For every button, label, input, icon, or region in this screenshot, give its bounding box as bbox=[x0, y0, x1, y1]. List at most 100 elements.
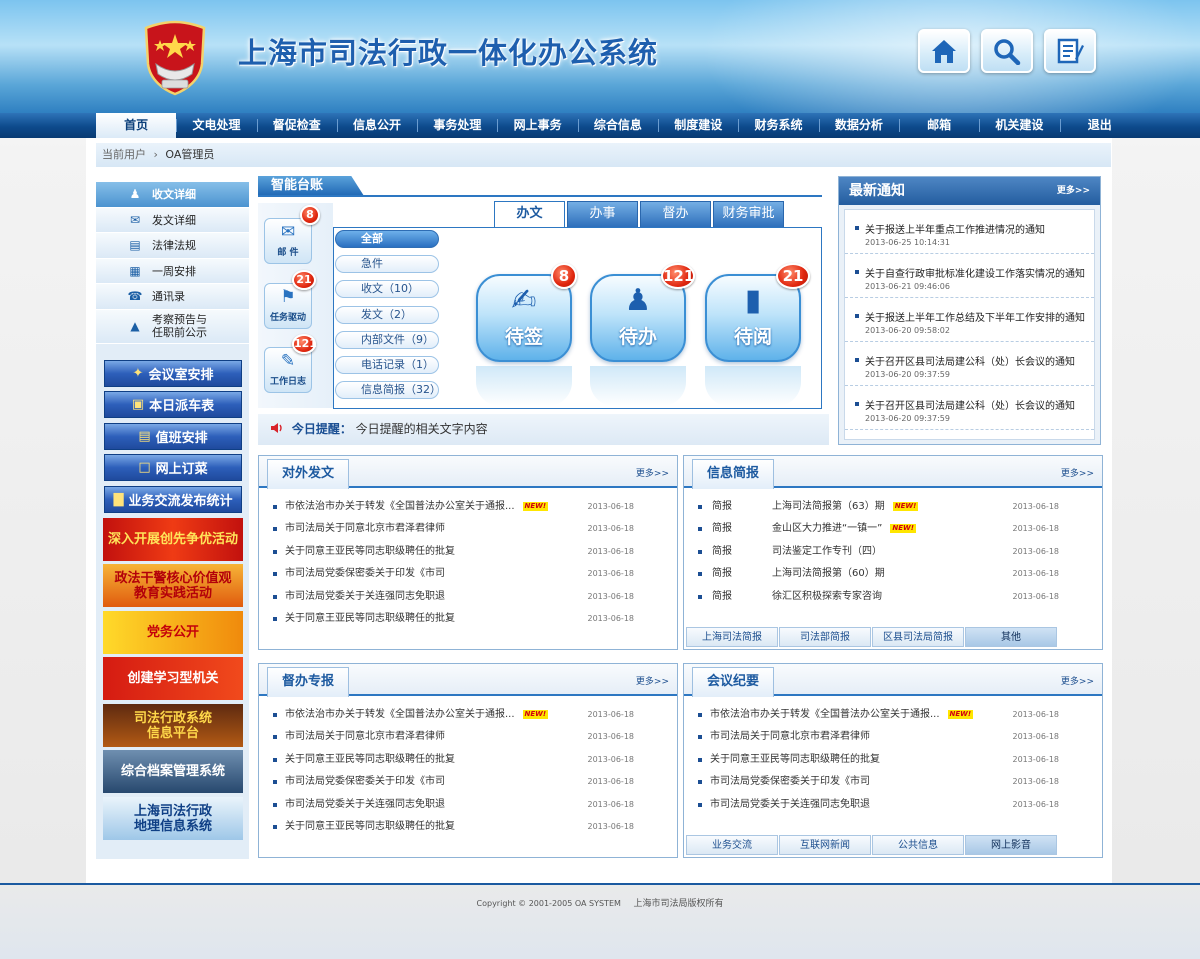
banner-5[interactable]: 综合档案管理系统 bbox=[103, 750, 243, 793]
nav-item-6[interactable]: 综合信息 bbox=[577, 113, 658, 138]
nav-item-9[interactable]: 数据分析 bbox=[818, 113, 899, 138]
list-row[interactable]: 市司法局关于同意北京市君泽君律师 2013-06-18 bbox=[696, 726, 1091, 748]
search-button[interactable] bbox=[981, 29, 1033, 73]
row-date: 2013-06-18 bbox=[1012, 777, 1060, 787]
smart-side-mail[interactable]: ✉ 邮 件 bbox=[264, 218, 312, 264]
nav-item-4[interactable]: 事务处理 bbox=[417, 113, 497, 138]
reminder-text[interactable]: 今日提醒的相关文字内容 bbox=[356, 422, 488, 436]
notepad-button[interactable] bbox=[1044, 29, 1096, 73]
list-row[interactable]: 市司法局党委关于关连强同志免职退 2013-06-18 bbox=[696, 794, 1091, 816]
mail-icon: ✉ bbox=[280, 222, 296, 242]
box-tab-2[interactable]: 区县司法局简报 bbox=[872, 627, 964, 647]
left-menu-item-5[interactable]: ▲ 考察预告与 任职前公示 bbox=[96, 309, 249, 344]
list-row[interactable]: 市司法局关于同意北京市君泽君律师 2013-06-18 bbox=[271, 518, 666, 540]
chart-icon: ▇ bbox=[113, 492, 124, 507]
smart-tab-2[interactable]: 督办 bbox=[640, 201, 711, 227]
list-row[interactable]: 市司法局党委保密委关于印发《市司 2013-06-18 bbox=[271, 563, 666, 585]
left-menu-item-1[interactable]: ✉ 发文详细 bbox=[96, 207, 249, 233]
banner-0[interactable]: 深入开展创先争优活动 bbox=[103, 518, 243, 561]
list-row[interactable]: 关于同意王亚民等同志职级聘任的批复 2013-06-18 bbox=[271, 608, 666, 630]
box-more-link[interactable]: 更多>> bbox=[636, 674, 669, 687]
nav-item-7[interactable]: 制度建设 bbox=[658, 113, 738, 138]
list-row[interactable]: 市司法局党委关于关连强同志免职退 2013-06-18 bbox=[271, 586, 666, 608]
list-row[interactable]: 市司法局党委保密委关于印发《市司 2013-06-18 bbox=[696, 771, 1091, 793]
list-row[interactable]: 简报 上海司法简报第（60）期 2013-06-18 bbox=[696, 563, 1091, 585]
box-more-link[interactable]: 更多>> bbox=[1061, 674, 1094, 687]
list-row[interactable]: 市依法治市办关于转发《全国普法办公室关于通报... NEW! 2013-06-18 bbox=[271, 704, 666, 726]
box-tab-1[interactable]: 互联网新闻 bbox=[779, 835, 871, 855]
left-button-1[interactable]: ▣ 本日派车表 bbox=[104, 391, 242, 418]
nav-item-0[interactable]: 首页 bbox=[96, 113, 177, 138]
filter-5[interactable]: 电话记录（1） bbox=[335, 356, 439, 374]
banner-2[interactable]: 党务公开 bbox=[103, 611, 243, 654]
reminder-label: 今日提醒： bbox=[291, 422, 352, 436]
smart-tab-0[interactable]: 办文 bbox=[494, 201, 565, 227]
notice-item[interactable]: 关于召开区县司法局建公科（处）长会议的通知 2013-06-20 09:37:59 bbox=[845, 386, 1094, 430]
list-row[interactable]: 简报 上海司法简报第（63）期 NEW! 2013-06-18 bbox=[696, 496, 1091, 518]
list-row[interactable]: 简报 徐汇区积极探索专家咨询 2013-06-18 bbox=[696, 586, 1091, 608]
list-row[interactable]: 市司法局党委关于关连强同志免职退 2013-06-18 bbox=[271, 794, 666, 816]
box-tab-0[interactable]: 业务交流 bbox=[686, 835, 778, 855]
banner-1[interactable]: 政法干警核心价值观 教育实践活动 bbox=[103, 564, 243, 607]
box-tab-3[interactable]: 其他 bbox=[965, 627, 1057, 647]
breadcrumb-user: OA管理员 bbox=[165, 148, 215, 161]
nav-item-8[interactable]: 财务系统 bbox=[738, 113, 818, 138]
banner-3[interactable]: 创建学习型机关 bbox=[103, 657, 243, 700]
row-title: 市依法治市办关于转发《全国普法办公室关于通报... NEW! bbox=[710, 704, 974, 726]
banner-4[interactable]: 司法行政系统 信息平台 bbox=[103, 704, 243, 747]
filter-6[interactable]: 信息简报（32） bbox=[335, 381, 441, 400]
nav-item-1[interactable]: 文电处理 bbox=[176, 113, 256, 138]
notice-item[interactable]: 关于自查行政审批标准化建设工作落实情况的通知 2013-06-21 09:46:0… bbox=[845, 254, 1094, 298]
box-tab-2[interactable]: 公共信息 bbox=[872, 835, 964, 855]
list-row[interactable]: 市依法治市办关于转发《全国普法办公室关于通报... NEW! 2013-06-18 bbox=[271, 496, 666, 518]
notice-item[interactable]: 关于报送上半年重点工作推进情况的通知 2013-06-25 10:14:31 bbox=[845, 210, 1094, 254]
filter-0[interactable]: 全部 bbox=[335, 230, 439, 248]
list-row[interactable]: 关于同意王亚民等同志职级聘任的批复 2013-06-18 bbox=[271, 541, 666, 563]
filter-4[interactable]: 内部文件（9） bbox=[335, 330, 439, 349]
left-menu-item-0[interactable]: ♟ 收文详细 bbox=[96, 182, 249, 208]
nav-item-11[interactable]: 机关建设 bbox=[979, 113, 1059, 138]
box-more-link[interactable]: 更多>> bbox=[636, 466, 669, 479]
bullet bbox=[273, 527, 277, 532]
notice-item[interactable]: 关于报送上半年工作总结及下半年工作安排的通知 2013-06-20 09:58:0… bbox=[845, 298, 1094, 342]
list-row[interactable]: 关于同意王亚民等同志职级聘任的批复 2013-06-18 bbox=[271, 749, 666, 771]
nav-item-10[interactable]: 邮箱 bbox=[898, 113, 979, 138]
left-button-2[interactable]: ▤ 值班安排 bbox=[104, 423, 242, 450]
list-row[interactable]: 关于同意王亚民等同志职级聘任的批复 2013-06-18 bbox=[696, 749, 1091, 771]
box-more-link[interactable]: 更多>> bbox=[1061, 466, 1094, 479]
row-title-text: 徐汇区积极探索专家咨询 bbox=[772, 590, 882, 602]
list-row[interactable]: 关于同意王亚民等同志职级聘任的批复 2013-06-18 bbox=[271, 816, 666, 838]
list-row[interactable]: 简报 金山区大力推进“一镇一” NEW! 2013-06-18 bbox=[696, 518, 1091, 540]
list-row[interactable]: 市司法局党委保密委关于印发《市司 2013-06-18 bbox=[271, 771, 666, 793]
left-button-0[interactable]: ✦ 会议室安排 bbox=[104, 360, 242, 387]
smart-tab-1[interactable]: 办事 bbox=[567, 201, 638, 227]
box-tab-1[interactable]: 司法部简报 bbox=[779, 627, 871, 647]
smart-tab-3[interactable]: 财务审批 bbox=[713, 201, 784, 227]
box-tab-0[interactable]: 上海司法简报 bbox=[686, 627, 778, 647]
site-title: 上海市司法行政一体化办公系统 bbox=[238, 36, 659, 70]
box-tab-3[interactable]: 网上影音 bbox=[965, 835, 1057, 855]
list-row[interactable]: 市依法治市办关于转发《全国普法办公室关于通报... NEW! 2013-06-18 bbox=[696, 704, 1091, 726]
row-title-text: 关于同意王亚民等同志职级聘任的批复 bbox=[285, 545, 455, 557]
left-menu-item-3[interactable]: ▦ 一周安排 bbox=[96, 258, 249, 284]
notice-item[interactable]: 关于召开区县司法局建公科（处）长会议的通知 2013-06-20 09:37:59 bbox=[845, 342, 1094, 386]
filter-3[interactable]: 发文（2） bbox=[335, 305, 439, 324]
filter-1[interactable]: 急件 bbox=[335, 255, 439, 274]
nav-item-2[interactable]: 督促检查 bbox=[256, 113, 337, 138]
nav-item-3[interactable]: 信息公开 bbox=[336, 113, 417, 138]
home-button[interactable] bbox=[918, 29, 970, 73]
list-row[interactable]: 市司法局关于同意北京市君泽君律师 2013-06-18 bbox=[271, 726, 666, 748]
left-button-3[interactable]: □ 网上订菜 bbox=[104, 454, 242, 481]
left-button-4[interactable]: ▇ 业务交流发布统计 bbox=[104, 486, 242, 513]
left-menu-item-4[interactable]: ☎ 通讯录 bbox=[96, 284, 249, 310]
smart-tabs: 办文 办事 督办 财务审批 bbox=[494, 201, 786, 227]
smart-side-badge: 21 bbox=[292, 270, 316, 290]
list-row[interactable]: 简报 司法鉴定工作专刊（四） 2013-06-18 bbox=[696, 541, 1091, 563]
filter-2[interactable]: 收文（10） bbox=[335, 280, 439, 299]
nav-item-5[interactable]: 网上事务 bbox=[497, 113, 577, 138]
banner-6[interactable]: 上海司法行政 地理信息系统 bbox=[103, 797, 243, 840]
left-menu-item-2[interactable]: ▤ 法律法规 bbox=[96, 233, 249, 259]
nav-item-12[interactable]: 退出 bbox=[1059, 113, 1140, 138]
row-title: 关于同意王亚民等同志职级聘任的批复 bbox=[285, 608, 455, 630]
notice-more-link[interactable]: 更多>> bbox=[1057, 177, 1090, 205]
